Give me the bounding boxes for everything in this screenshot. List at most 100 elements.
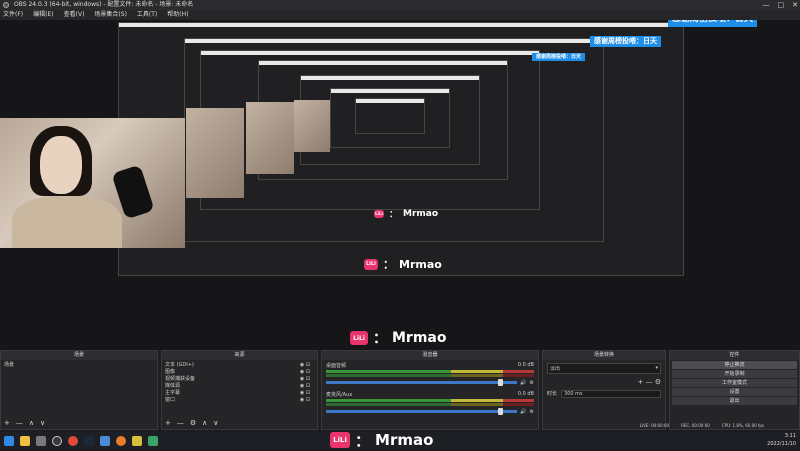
move-source-up-button[interactable]: ∧: [202, 419, 207, 427]
volume-meter: [326, 374, 534, 377]
remove-scene-button[interactable]: —: [16, 419, 23, 427]
source-item[interactable]: 文本 (GDI+) ◉ ⊡: [165, 362, 314, 369]
steam-icon[interactable]: [84, 436, 94, 446]
source-item[interactable]: 媒体源 ◉ ⊡: [165, 383, 314, 390]
app-icon[interactable]: [116, 436, 126, 446]
brand-separator: ：: [373, 331, 387, 347]
chrome-icon[interactable]: [68, 436, 78, 446]
app-icon[interactable]: [36, 436, 46, 446]
start-recording-button[interactable]: 开始录制: [672, 370, 797, 378]
brand-logo-icon: LiLi: [350, 331, 368, 345]
exit-button[interactable]: 退出: [672, 397, 797, 405]
menu-tools[interactable]: 工具(T): [137, 10, 157, 20]
file-explorer-icon[interactable]: [20, 436, 30, 446]
eye-lock-icon[interactable]: ◉ ⊡: [300, 362, 310, 369]
webcam-echo-1: [186, 108, 244, 198]
mixer-channel-name: 桌面音频: [326, 363, 347, 369]
app-icon[interactable]: [100, 436, 110, 446]
brand-logo-icon: LiLi: [330, 432, 350, 448]
brand-logo-icon: LiLi: [364, 258, 378, 270]
menu-help[interactable]: 帮助(H): [167, 10, 188, 20]
volume-slider[interactable]: [326, 379, 518, 386]
speaker-icon[interactable]: 🔊: [520, 380, 526, 386]
live-timer: LIVE: 00:00:00: [639, 423, 670, 428]
rec-timer: REC: 00:00:00: [681, 423, 710, 428]
app-icon[interactable]: [148, 436, 158, 446]
gear-icon[interactable]: ⚙: [655, 378, 661, 386]
scenes-header: 场景: [1, 351, 157, 360]
add-scene-button[interactable]: +: [4, 419, 10, 427]
donor-banner: 感谢周榜投喂：日天: [668, 20, 758, 27]
brand-watermark-echo-2: LiLi ： Mrmao: [374, 207, 438, 220]
app-icon[interactable]: [132, 436, 142, 446]
brand-watermark-echo-0: LiLi ： Mrmao: [350, 328, 447, 348]
obs-taskbar-icon[interactable]: [52, 436, 62, 446]
windows-start-icon[interactable]: [4, 436, 14, 446]
mixer-header: 混音器: [322, 351, 538, 360]
webcam-person-body: [12, 196, 122, 248]
obs-app-icon: [3, 2, 9, 8]
eye-lock-icon[interactable]: ◉ ⊡: [300, 376, 310, 383]
sources-header: 来源: [162, 351, 317, 360]
donor-banner-echo-1: 感谢周榜投喂：日天: [590, 36, 661, 47]
brand-name: Mrmao: [375, 431, 434, 449]
move-source-down-button[interactable]: ∨: [213, 419, 218, 427]
add-transition-button[interactable]: +: [637, 378, 643, 386]
clock-date: 2022/11/10: [767, 441, 796, 447]
maximize-button[interactable]: □: [778, 0, 785, 10]
menu-edit[interactable]: 编辑(E): [33, 10, 53, 20]
nested-obs-window-7: [355, 98, 425, 134]
volume-slider[interactable]: [326, 408, 518, 415]
source-item[interactable]: 主字幕 ◉ ⊡: [165, 390, 314, 397]
source-settings-button[interactable]: ⚙: [190, 419, 196, 427]
speaker-icon[interactable]: 🔊: [520, 409, 526, 415]
volume-slider-knob[interactable]: [498, 408, 504, 415]
brand-separator: ：: [383, 258, 394, 271]
window-title-bar: OBS 24.0.3 (64-bit, windows) - 配置文件: 未命名…: [0, 0, 800, 10]
scenes-panel: 场景 场景 + — ∧ ∨: [0, 350, 158, 430]
brand-logo-icon: LiLi: [374, 209, 384, 218]
studio-mode-button[interactable]: 工作室模式: [672, 379, 797, 387]
eye-lock-icon[interactable]: ◉ ⊡: [300, 369, 310, 376]
move-scene-down-button[interactable]: ∨: [40, 419, 45, 427]
duration-input[interactable]: 300 ms: [561, 390, 661, 398]
scene-item[interactable]: 场景: [4, 362, 154, 369]
volume-slider-knob[interactable]: [498, 379, 504, 386]
window-controls: — □ ✕: [763, 0, 799, 10]
brand-name: Mrmao: [392, 330, 447, 346]
source-item[interactable]: 视频捕获设备 ◉ ⊡: [165, 376, 314, 383]
close-button[interactable]: ✕: [792, 0, 798, 10]
clock-time: 3:11: [784, 433, 796, 439]
gear-icon[interactable]: ⚙: [530, 409, 534, 415]
scene-transitions-panel: 场景转换 淡出 ▾ + — ⚙ 时长 300 ms: [542, 350, 666, 430]
settings-button[interactable]: 设置: [672, 388, 797, 396]
eye-lock-icon[interactable]: ◉ ⊡: [300, 397, 310, 404]
menu-scene-collection[interactable]: 场景集合(S): [94, 10, 127, 20]
eye-lock-icon[interactable]: ◉ ⊡: [300, 390, 310, 397]
minimize-button[interactable]: —: [763, 0, 770, 10]
controls-header: 控件: [670, 351, 799, 360]
move-scene-up-button[interactable]: ∧: [29, 419, 34, 427]
menu-bar: 文件(F) 编辑(E) 查看(V) 场景集合(S) 工具(T) 帮助(H): [0, 10, 800, 20]
gear-icon[interactable]: ⚙: [530, 380, 534, 386]
remove-transition-button[interactable]: —: [645, 378, 652, 386]
volume-meter: [326, 399, 534, 402]
source-item[interactable]: 图像 ◉ ⊡: [165, 369, 314, 376]
dock-panels: 场景 场景 + — ∧ ∨ 来源 文本 (GDI+) ◉ ⊡ 图像 ◉ ⊡ 视频捕获…: [0, 350, 800, 430]
remove-source-button[interactable]: —: [177, 419, 184, 427]
brand-watermark-echo-1: LiLi ： Mrmao: [364, 256, 442, 272]
add-source-button[interactable]: +: [165, 419, 171, 427]
stop-streaming-button[interactable]: 停止推流: [672, 361, 797, 369]
source-item[interactable]: 窗口 ◉ ⊡: [165, 397, 314, 404]
transition-select[interactable]: 淡出 ▾: [547, 363, 661, 374]
menu-view[interactable]: 查看(V): [64, 10, 85, 20]
system-tray-clock[interactable]: 3:11 2022/11/10: [767, 432, 796, 450]
mixer-channel-name: 麦克风/Aux: [326, 392, 353, 398]
webcam-echo-2: [246, 102, 294, 174]
eye-lock-icon[interactable]: ◉ ⊡: [300, 383, 310, 390]
status-bar: LIVE: 00:00:00 REC: 00:00:00 CPU: 1.8%, …: [640, 423, 764, 428]
preview-canvas[interactable]: 感谢周榜投喂：日天 感谢周榜投喂：日天 感谢周榜投喂：日天 LiLi ： Mrm…: [0, 20, 800, 350]
menu-file[interactable]: 文件(F): [3, 10, 23, 20]
brand-name: Mrmao: [403, 208, 439, 219]
controls-panel: 控件 停止推流 开始录制 工作室模式 设置 退出: [669, 350, 800, 430]
